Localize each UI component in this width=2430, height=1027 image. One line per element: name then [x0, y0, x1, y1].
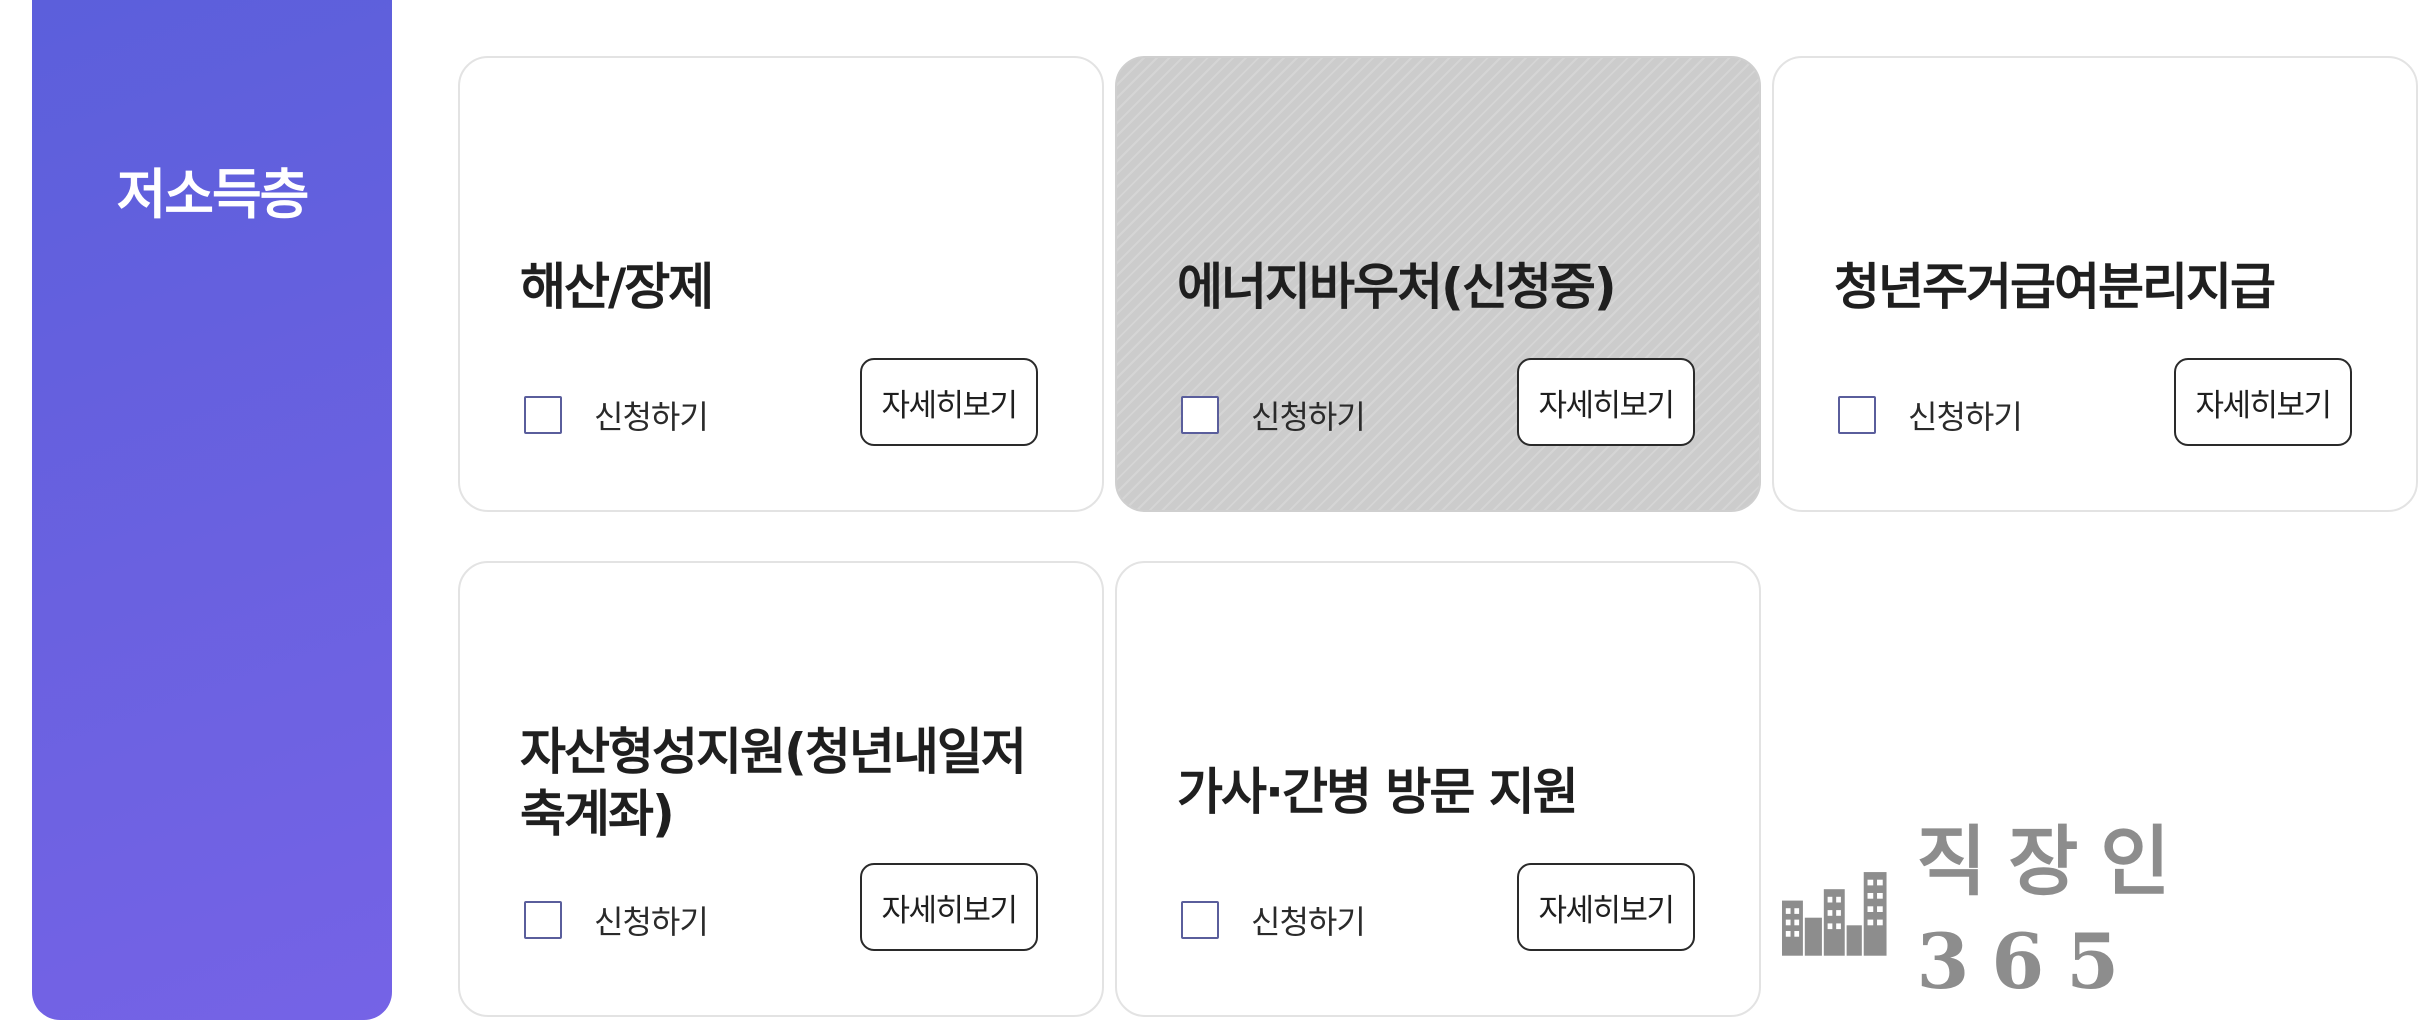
- service-card-energy-voucher: 에너지바우처(신청중) 신청하기 자세히보기: [1115, 56, 1761, 512]
- service-card-childbirth-funeral: 해산/장제 신청하기 자세히보기: [458, 56, 1104, 512]
- detail-button[interactable]: 자세히보기: [1517, 863, 1695, 951]
- detail-button[interactable]: 자세히보기: [1517, 358, 1695, 446]
- apply-label: 신청하기: [594, 903, 709, 941]
- watermark-logo: 직장인365: [1782, 817, 2392, 1006]
- apply-label: 신청하기: [1251, 903, 1366, 941]
- apply-option[interactable]: 신청하기: [1181, 391, 1366, 439]
- page: 저소득층 해산/장제 신청하기 자세히보기 에너지바우처(신청중) 신청하기 자…: [0, 0, 2430, 1027]
- apply-option[interactable]: 신청하기: [524, 896, 709, 944]
- apply-checkbox[interactable]: [1838, 396, 1876, 434]
- apply-label: 신청하기: [1251, 398, 1366, 436]
- card-title: 해산/장제: [520, 258, 714, 316]
- watermark-text: 직장인365: [1916, 817, 2193, 1006]
- apply-label: 신청하기: [594, 398, 709, 436]
- apply-checkbox[interactable]: [1181, 396, 1219, 434]
- category-panel: 저소득층: [32, 0, 392, 1020]
- card-title: 에너지바우처(신청중): [1177, 258, 1617, 316]
- building-icon: [1782, 872, 1887, 956]
- apply-checkbox[interactable]: [524, 396, 562, 434]
- service-card-home-care: 가사·간병 방문 지원 신청하기 자세히보기: [1115, 561, 1761, 1017]
- detail-button[interactable]: 자세히보기: [2174, 358, 2352, 446]
- apply-option[interactable]: 신청하기: [524, 391, 709, 439]
- card-title: 가사·간병 방문 지원: [1177, 763, 1579, 821]
- detail-button[interactable]: 자세히보기: [860, 358, 1038, 446]
- apply-checkbox[interactable]: [1181, 901, 1219, 939]
- service-card-youth-housing: 청년주거급여분리지급 신청하기 자세히보기: [1772, 56, 2418, 512]
- apply-checkbox[interactable]: [524, 901, 562, 939]
- apply-option[interactable]: 신청하기: [1838, 391, 2023, 439]
- card-title: 청년주거급여분리지급: [1834, 258, 2276, 316]
- apply-option[interactable]: 신청하기: [1181, 896, 1366, 944]
- category-title: 저소득층: [116, 163, 310, 226]
- card-title: 자산형성지원(청년내일저축계좌): [520, 723, 1027, 843]
- service-card-asset-formation: 자산형성지원(청년내일저축계좌) 신청하기 자세히보기: [458, 561, 1104, 1017]
- detail-button[interactable]: 자세히보기: [860, 863, 1038, 951]
- apply-label: 신청하기: [1908, 398, 2023, 436]
